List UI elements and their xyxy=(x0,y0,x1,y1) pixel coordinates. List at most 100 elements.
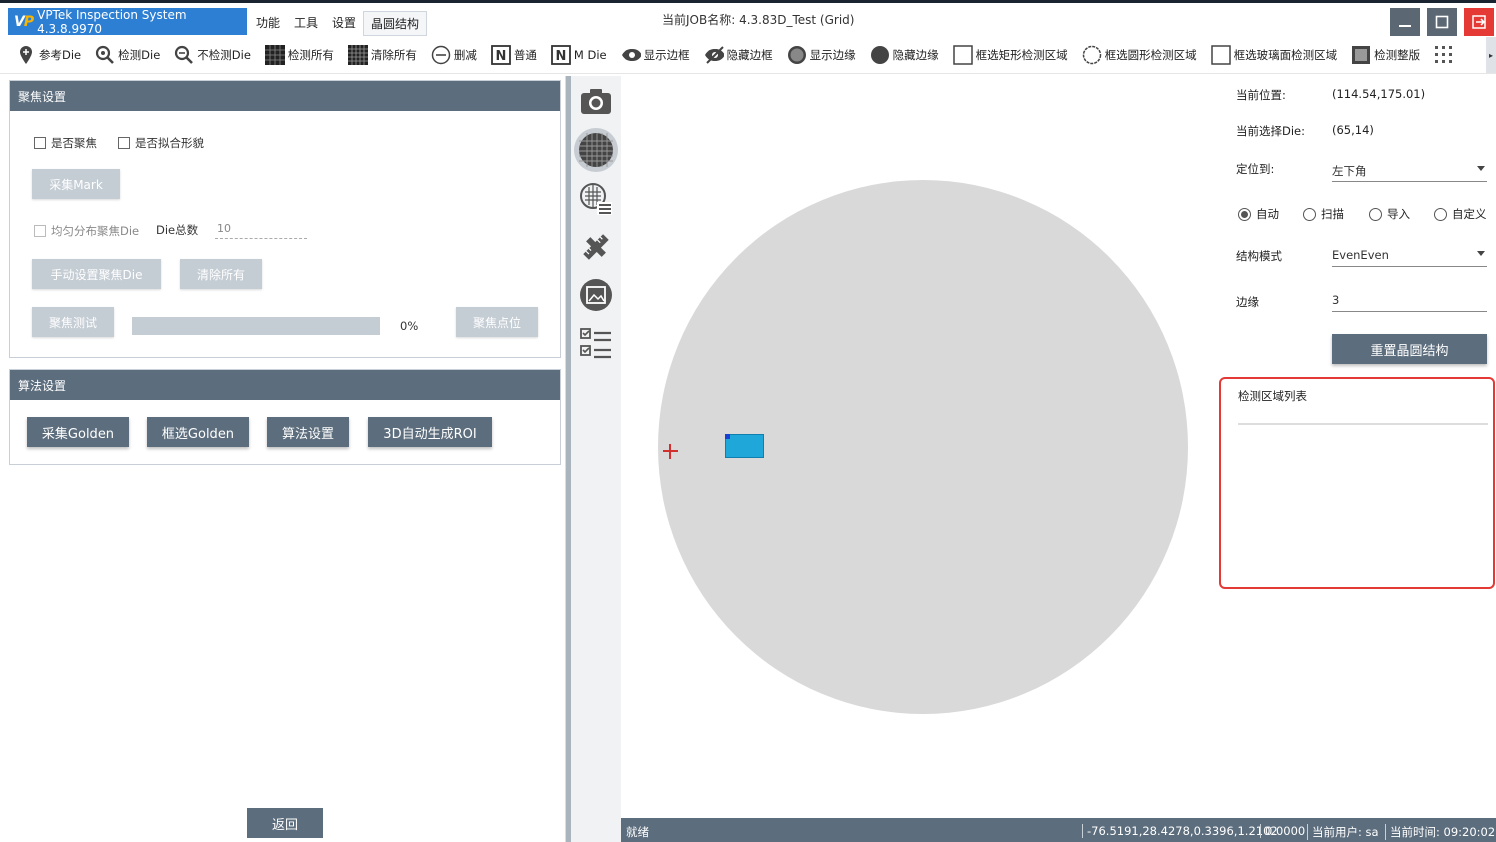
tool-label: 不检测Die xyxy=(197,47,251,62)
tool-label: 隐藏边框 xyxy=(726,47,773,62)
focus-checkbox[interactable]: 是否聚焦 xyxy=(34,135,97,151)
magnifier-icon xyxy=(95,45,115,65)
magnifier-minus-icon xyxy=(174,45,194,65)
measure-button[interactable] xyxy=(577,228,615,266)
manual-focus-die-button[interactable]: 手动设置聚焦Die xyxy=(32,259,161,289)
focus-locate-button[interactable]: 聚焦点位 xyxy=(456,307,538,337)
checklist-button[interactable] xyxy=(577,324,615,362)
tool-inspect-die[interactable]: 检测Die xyxy=(95,45,160,65)
menu-wafer-structure[interactable]: 晶圆结构 xyxy=(363,11,428,36)
title-bar: VP VPTek Inspection System 4.3.8.9970 功能… xyxy=(0,0,1496,36)
roi-list-title: 检测区域列表 xyxy=(1238,389,1307,403)
current-position-value: (114.54,175.01) xyxy=(1332,87,1426,101)
capture-golden-button[interactable]: 采集Golden xyxy=(27,417,129,447)
structure-mode-label: 结构模式 xyxy=(1236,249,1282,263)
app-title: VPTek Inspection System 4.3.8.9970 xyxy=(37,7,187,36)
status-time: 当前时间: 09:20:02 xyxy=(1385,824,1495,840)
tool-label: 清除所有 xyxy=(370,47,417,62)
menu-tools[interactable]: 工具 xyxy=(287,11,325,36)
image-view-button[interactable] xyxy=(577,276,615,314)
tool-label: 删减 xyxy=(453,47,477,62)
tool-normal[interactable]: N 普通 xyxy=(491,44,537,65)
capture-mark-button[interactable]: 采集Mark xyxy=(32,169,120,199)
tool-inspect-full-plate[interactable]: 检测整版 xyxy=(1351,45,1420,65)
exit-icon xyxy=(1472,15,1486,29)
image-icon xyxy=(580,279,612,311)
tool-show-border[interactable]: 显示边框 xyxy=(621,45,690,65)
status-value: 0.0000 xyxy=(1260,824,1305,838)
focus-test-button[interactable]: 聚焦测试 xyxy=(32,307,114,337)
locate-to-value: 左下角 xyxy=(1332,164,1367,178)
tool-hide-border[interactable]: 隐藏边框 xyxy=(704,45,773,65)
algorithm-settings-group: 算法设置 采集Golden 框选Golden 算法设置 3D自动生成ROI xyxy=(9,369,561,465)
auto-roi-button[interactable]: 3D自动生成ROI xyxy=(368,417,492,447)
uniform-distribution-checkbox[interactable]: 均匀分布聚焦Die xyxy=(34,223,139,239)
structure-mode-select[interactable]: EvenEven xyxy=(1332,245,1487,267)
full-plate-icon xyxy=(1351,45,1371,65)
app-badge: VP VPTek Inspection System 4.3.8.9970 xyxy=(8,7,247,36)
tool-label: 检测所有 xyxy=(287,47,334,62)
algorithm-settings-button[interactable]: 算法设置 xyxy=(267,417,349,447)
maximize-icon xyxy=(1435,15,1449,29)
right-panel: 当前位置: (114.54,175.01) 当前选择Die: (65,14) 定… xyxy=(1217,76,1496,818)
wafer-grid-icon xyxy=(579,133,613,167)
job-title: 当前JOB名称: 4.3.83D_Test (Grid) xyxy=(662,13,855,27)
checkbox-box xyxy=(34,137,46,149)
tool-label: 隐藏边缘 xyxy=(892,47,939,62)
radio-auto[interactable]: 自动 xyxy=(1238,206,1279,222)
tool-clear-all[interactable]: 清除所有 xyxy=(347,44,417,65)
radio-custom[interactable]: 自定义 xyxy=(1434,206,1487,222)
grid-filled-icon xyxy=(264,44,285,65)
grid-clear-icon xyxy=(347,44,368,65)
tool-reduce[interactable]: 删减 xyxy=(431,45,477,65)
tool-label: 框选矩形检测区域 xyxy=(975,47,1068,62)
clear-all-button[interactable]: 清除所有 xyxy=(180,259,262,289)
toolbar-scroll-right[interactable]: ▸ xyxy=(1486,37,1496,73)
die-origin-marker xyxy=(725,434,730,439)
menu-settings[interactable]: 设置 xyxy=(325,11,363,36)
tool-show-edge[interactable]: 显示边缘 xyxy=(787,45,856,65)
select-golden-button[interactable]: 框选Golden xyxy=(147,417,249,447)
camera-icon xyxy=(581,89,611,114)
circle-select-icon xyxy=(1082,45,1102,65)
return-button[interactable]: 返回 xyxy=(247,808,323,838)
tool-rect-region[interactable]: 框选矩形检测区域 xyxy=(952,44,1068,65)
camera-button[interactable] xyxy=(577,82,615,120)
tool-more[interactable] xyxy=(1434,45,1457,65)
edge-input[interactable]: 3 xyxy=(1332,290,1487,312)
tool-label: 普通 xyxy=(513,47,537,62)
minimize-button[interactable] xyxy=(1390,8,1420,36)
wafer-map-canvas[interactable] xyxy=(621,76,1217,818)
n-box-icon: N xyxy=(491,44,511,65)
selected-die-region[interactable] xyxy=(725,434,764,458)
maximize-button[interactable] xyxy=(1427,8,1457,36)
n-box-icon: N xyxy=(551,44,571,65)
structure-mode-value: EvenEven xyxy=(1332,248,1389,262)
tool-inspect-all[interactable]: 检测所有 xyxy=(264,44,334,65)
focus-settings-header: 聚焦设置 xyxy=(10,81,560,111)
tool-skip-die[interactable]: 不检测Die xyxy=(174,45,251,65)
wafer-map-button[interactable] xyxy=(574,128,618,172)
tool-reference-die[interactable]: 参考Die xyxy=(16,45,81,65)
checkbox-box xyxy=(34,225,46,237)
reset-wafer-structure-button[interactable]: 重置晶圆结构 xyxy=(1332,334,1487,364)
focus-settings-group: 聚焦设置 是否聚焦 是否拟合形貌 采集Mark 均匀分布聚焦Die Die总数 … xyxy=(9,80,561,358)
tool-m-die[interactable]: N M Die xyxy=(551,44,607,65)
tool-label: M Die xyxy=(573,47,607,62)
die-count-input[interactable]: 10 xyxy=(215,219,307,239)
radio-scan[interactable]: 扫描 xyxy=(1303,206,1344,222)
wafer-list-button[interactable] xyxy=(577,180,615,218)
focus-progress-text: 0% xyxy=(400,319,419,333)
tool-glass-region[interactable]: 框选玻璃面检测区域 xyxy=(1210,44,1337,65)
menu-function[interactable]: 功能 xyxy=(249,11,287,36)
locate-to-label: 定位到: xyxy=(1236,162,1275,176)
svg-text:N: N xyxy=(555,49,566,64)
locate-to-select[interactable]: 左下角 xyxy=(1332,160,1487,182)
radio-import[interactable]: 导入 xyxy=(1369,206,1410,222)
algorithm-settings-header: 算法设置 xyxy=(10,370,560,400)
tool-circle-region[interactable]: 框选圆形检测区域 xyxy=(1082,45,1197,65)
exit-button[interactable] xyxy=(1464,8,1494,36)
circle-filled-icon xyxy=(870,45,890,65)
fit-shape-checkbox[interactable]: 是否拟合形貌 xyxy=(118,135,204,151)
tool-hide-edge[interactable]: 隐藏边缘 xyxy=(870,45,939,65)
